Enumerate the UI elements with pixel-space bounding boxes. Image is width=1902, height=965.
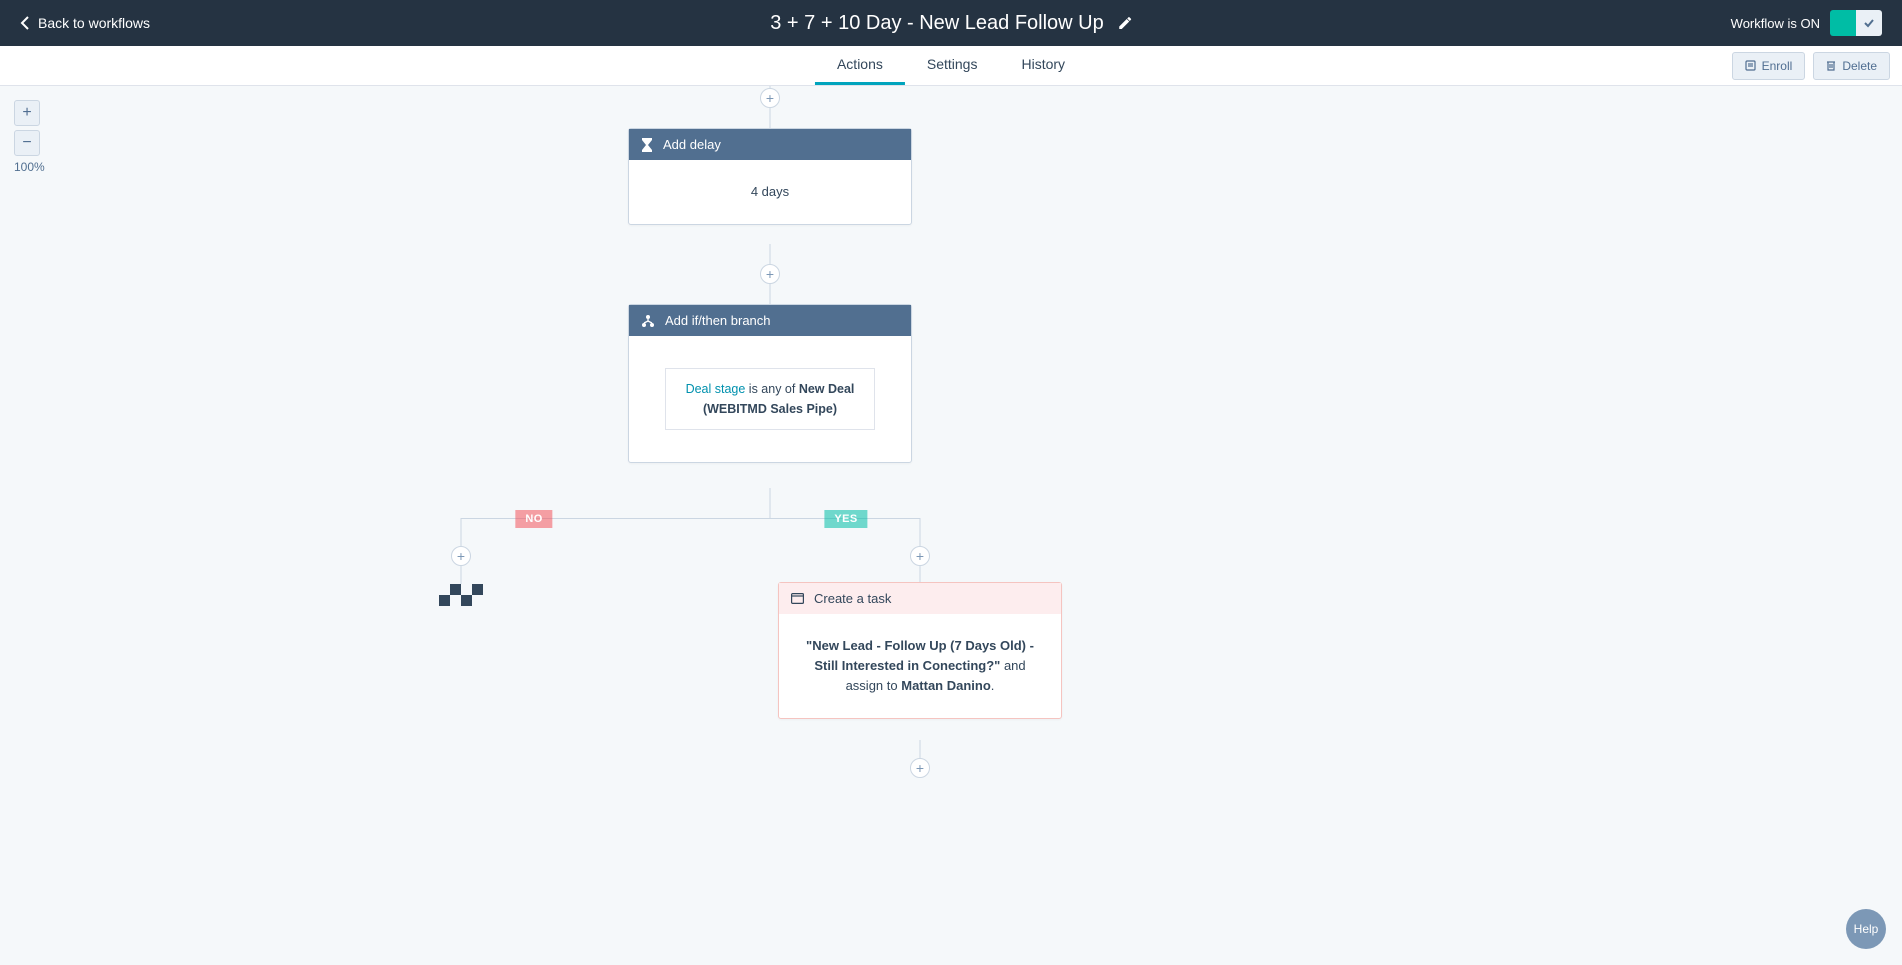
end-flag-icon <box>439 584 483 606</box>
tab-settings[interactable]: Settings <box>905 46 1000 85</box>
task-node[interactable]: Create a task "New Lead - Follow Up (7 D… <box>778 582 1062 719</box>
task-node-header: Create a task <box>779 583 1061 614</box>
task-period: . <box>991 678 995 693</box>
add-step-button[interactable]: + <box>451 546 471 566</box>
workflow-toggle[interactable] <box>1830 10 1882 36</box>
page-title-area: 3 + 7 + 10 Day - New Lead Follow Up <box>770 12 1132 35</box>
tab-actions[interactable]: Actions <box>815 46 905 85</box>
branch-node-title: Add if/then branch <box>665 313 771 328</box>
flow-area: + Add delay 4 days + Add if/then branch … <box>0 86 1902 965</box>
delay-node-body: 4 days <box>629 160 911 224</box>
enroll-icon <box>1745 60 1756 71</box>
tabs: Actions Settings History <box>815 46 1087 85</box>
window-icon <box>791 593 804 604</box>
connector-line <box>770 108 771 128</box>
tab-bar: Actions Settings History Enroll Delete <box>0 46 1902 86</box>
delay-node-title: Add delay <box>663 137 721 152</box>
toggle-off-segment <box>1856 10 1882 36</box>
task-assignee: Mattan Danino <box>901 678 991 693</box>
branch-property: Deal stage <box>686 382 746 396</box>
connector-line <box>770 244 771 264</box>
chevron-left-icon <box>20 16 30 30</box>
back-to-workflows-link[interactable]: Back to workflows <box>20 15 150 31</box>
help-button[interactable]: Help <box>1846 909 1886 949</box>
delay-node-header: Add delay <box>629 129 911 160</box>
hourglass-icon <box>641 138 653 152</box>
workflow-title: 3 + 7 + 10 Day - New Lead Follow Up <box>770 12 1104 35</box>
add-step-button[interactable]: + <box>910 546 930 566</box>
tab-history[interactable]: History <box>999 46 1087 85</box>
add-step-button[interactable]: + <box>760 88 780 108</box>
delay-node[interactable]: Add delay 4 days <box>628 128 912 225</box>
connector-line <box>920 566 921 582</box>
add-step-button[interactable]: + <box>760 264 780 284</box>
connector-line <box>461 518 462 546</box>
connector-line <box>920 518 921 546</box>
branch-node-header: Add if/then branch <box>629 305 911 336</box>
workflow-canvas[interactable]: + − 100% + Add delay 4 days + Add if/the… <box>0 86 1902 965</box>
connector-line <box>770 488 771 518</box>
branch-condition: Deal stage is any of New Deal (WEBITMD S… <box>665 368 875 430</box>
connector-line <box>461 566 462 584</box>
connector-line <box>920 740 921 758</box>
status-label: Workflow is ON <box>1731 16 1820 31</box>
back-label: Back to workflows <box>38 15 150 31</box>
check-icon <box>1863 17 1875 29</box>
task-node-body: "New Lead - Follow Up (7 Days Old) - Sti… <box>779 614 1061 718</box>
add-step-button[interactable]: + <box>910 758 930 778</box>
delete-button[interactable]: Delete <box>1813 52 1890 80</box>
branch-icon <box>641 314 655 328</box>
toggle-on-segment <box>1830 10 1856 36</box>
task-node-title: Create a task <box>814 591 891 606</box>
top-bar: Back to workflows 3 + 7 + 10 Day - New L… <box>0 0 1902 46</box>
enroll-button[interactable]: Enroll <box>1732 52 1806 80</box>
enroll-label: Enroll <box>1762 59 1793 73</box>
branch-operator: is any of <box>745 382 799 396</box>
delete-label: Delete <box>1842 59 1877 73</box>
connector-line <box>770 284 771 304</box>
branch-yes-label: YES <box>824 510 867 528</box>
trash-icon <box>1826 60 1836 71</box>
tab-bar-actions: Enroll Delete <box>1732 46 1890 85</box>
branch-node-body: Deal stage is any of New Deal (WEBITMD S… <box>629 336 911 462</box>
branch-no-label: NO <box>515 510 552 528</box>
pencil-icon[interactable] <box>1118 16 1132 30</box>
workflow-status: Workflow is ON <box>1731 10 1882 36</box>
branch-node[interactable]: Add if/then branch Deal stage is any of … <box>628 304 912 463</box>
